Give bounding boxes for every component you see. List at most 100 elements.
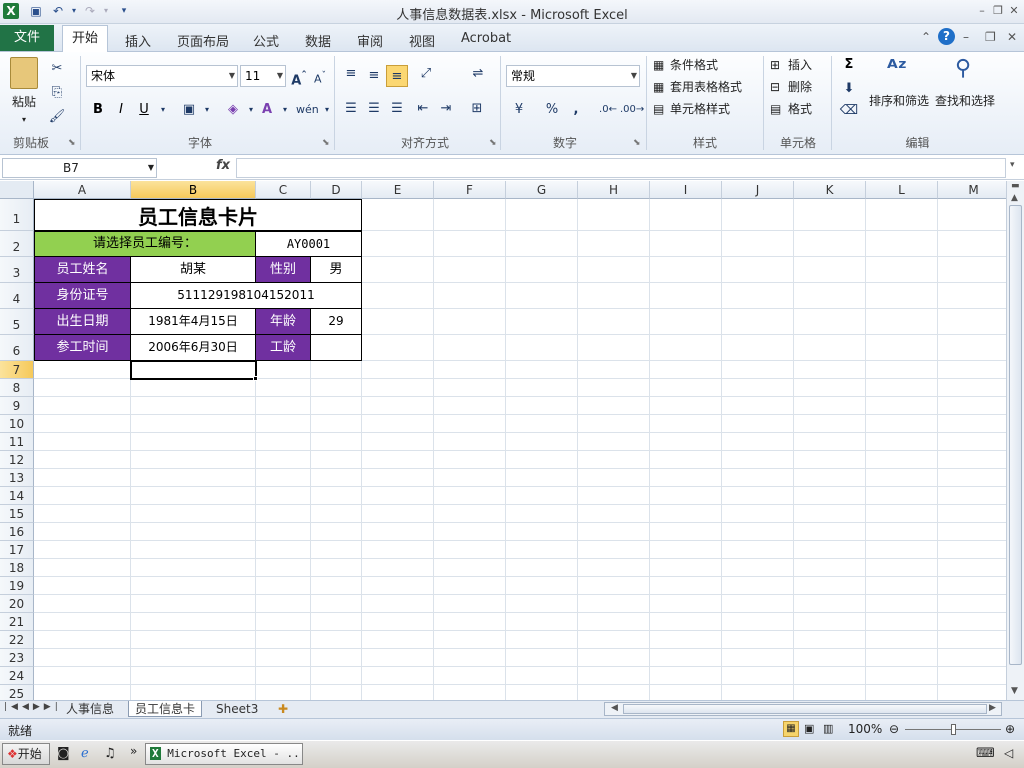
increase-decimal-icon[interactable]: .0←: [597, 99, 619, 121]
tab-insert[interactable]: 插入: [125, 31, 151, 50]
alignment-launcher-icon[interactable]: ⬊: [489, 138, 497, 148]
tab-view[interactable]: 视图: [409, 31, 435, 50]
table-format-button[interactable]: 套用表格格式: [670, 79, 742, 95]
expand-formula-bar-icon[interactable]: ▾: [1010, 160, 1015, 170]
row-header-23[interactable]: 23: [0, 649, 34, 667]
format-painter-icon[interactable]: 🖌: [46, 106, 68, 128]
row-header-13[interactable]: 13: [0, 469, 34, 487]
row-header-24[interactable]: 24: [0, 667, 34, 685]
scroll-thumb[interactable]: [1009, 205, 1022, 665]
paste-icon[interactable]: [10, 57, 38, 89]
row-header-9[interactable]: 9: [0, 397, 34, 415]
delete-cells-button[interactable]: 删除: [788, 79, 812, 95]
vertical-scrollbar[interactable]: ▬ ▲ ▼: [1006, 181, 1024, 700]
italic-button[interactable]: I: [110, 99, 132, 121]
insert-cells-icon[interactable]: ⊞: [770, 57, 780, 73]
align-middle-icon[interactable]: ≡: [363, 65, 385, 87]
row-header-25[interactable]: 25: [0, 685, 34, 700]
horizontal-scroll-thumb[interactable]: [623, 704, 987, 714]
grow-font-icon[interactable]: Aˆ: [288, 65, 310, 88]
column-header-b[interactable]: B: [131, 181, 256, 199]
restore-icon[interactable]: ❐: [991, 4, 1005, 18]
increase-indent-icon[interactable]: ⇥: [435, 98, 457, 120]
orientation-icon[interactable]: ⤢: [415, 63, 437, 85]
column-header-c[interactable]: C: [256, 181, 311, 199]
start-button[interactable]: ❖开始: [2, 743, 50, 765]
fill-handle[interactable]: [253, 376, 258, 381]
zoom-level[interactable]: 100%: [848, 722, 882, 736]
column-header-a[interactable]: A: [34, 181, 131, 199]
sheet-tab-sheet3[interactable]: Sheet3: [210, 701, 264, 717]
normal-view-icon[interactable]: ▦: [783, 721, 799, 737]
row-header-22[interactable]: 22: [0, 631, 34, 649]
help-icon[interactable]: ?: [938, 28, 955, 45]
paste-dropdown-icon[interactable]: ▾: [22, 112, 26, 128]
font-name-combo[interactable]: 宋体 ▼: [86, 65, 238, 87]
insert-cells-button[interactable]: 插入: [788, 57, 812, 73]
cut-icon[interactable]: ✂: [46, 58, 68, 80]
fill-icon[interactable]: ⬇: [838, 78, 860, 100]
select-all-corner[interactable]: [0, 181, 34, 199]
font-color-dropdown-icon[interactable]: ▾: [274, 99, 296, 121]
align-center-icon[interactable]: ☰: [363, 98, 385, 120]
tab-data[interactable]: 数据: [305, 31, 331, 50]
column-header-f[interactable]: F: [434, 181, 506, 199]
page-layout-view-icon[interactable]: ▣: [804, 722, 814, 735]
find-select-button[interactable]: 查找和选择: [935, 93, 995, 109]
align-bottom-icon[interactable]: ≡: [386, 65, 408, 87]
number-format-combo[interactable]: 常规 ▼: [506, 65, 640, 87]
sheet-tab-employee-card[interactable]: 员工信息卡: [128, 701, 203, 717]
find-select-icon[interactable]: ⚲: [948, 56, 978, 86]
desktop-icon[interactable]: ◙: [57, 746, 70, 761]
number-launcher-icon[interactable]: ⬊: [633, 138, 641, 148]
column-header-i[interactable]: I: [650, 181, 722, 199]
conditional-format-button[interactable]: 条件格式: [670, 57, 718, 73]
media-icon[interactable]: ♫: [104, 746, 116, 761]
row-header-10[interactable]: 10: [0, 415, 34, 433]
comma-button[interactable]: ,: [565, 99, 587, 121]
horizontal-scrollbar[interactable]: ◀ ▶: [604, 702, 1002, 716]
tab-acrobat[interactable]: Acrobat: [461, 31, 511, 46]
row-header-21[interactable]: 21: [0, 613, 34, 631]
workbook-close-icon[interactable]: ✕: [1007, 30, 1017, 44]
volume-icon[interactable]: ◁: [1004, 746, 1013, 760]
row-header-15[interactable]: 15: [0, 505, 34, 523]
collapse-ribbon-icon[interactable]: ⌃: [921, 30, 931, 44]
percent-button[interactable]: %: [541, 99, 563, 121]
row-header-4[interactable]: 4: [0, 283, 34, 309]
row-header-12[interactable]: 12: [0, 451, 34, 469]
employee-id-select[interactable]: AY0001: [255, 231, 362, 257]
close-icon[interactable]: ✕: [1007, 4, 1021, 18]
minimize-icon[interactable]: –: [975, 4, 989, 18]
row-header-5[interactable]: 5: [0, 309, 34, 335]
scroll-right-icon[interactable]: ▶: [989, 703, 996, 713]
column-header-k[interactable]: K: [794, 181, 866, 199]
tab-file[interactable]: 文件: [0, 25, 54, 51]
insert-function-button[interactable]: fx: [216, 158, 230, 173]
sort-filter-icon[interactable]: ᴬᶻ: [880, 56, 914, 86]
ie-icon[interactable]: ℯ: [81, 746, 89, 761]
align-right-icon[interactable]: ☰: [386, 98, 408, 120]
phonetic-icon[interactable]: wén: [296, 99, 319, 121]
row-header-1[interactable]: 1: [0, 199, 34, 231]
chevron-down-icon[interactable]: ▼: [148, 159, 154, 177]
row-header-14[interactable]: 14: [0, 487, 34, 505]
row-header-19[interactable]: 19: [0, 577, 34, 595]
align-left-icon[interactable]: ☰: [340, 98, 362, 120]
format-cells-button[interactable]: 格式: [788, 101, 812, 117]
zoom-in-icon[interactable]: ⊕: [1005, 722, 1015, 736]
decrease-indent-icon[interactable]: ⇤: [412, 98, 434, 120]
tab-formulas[interactable]: 公式: [253, 31, 279, 50]
row-header-8[interactable]: 8: [0, 379, 34, 397]
row-header-18[interactable]: 18: [0, 559, 34, 577]
row-header-7[interactable]: 7: [0, 361, 34, 379]
chevron-down-icon[interactable]: ▼: [229, 66, 235, 86]
border-dropdown-icon[interactable]: ▾: [196, 99, 218, 121]
zoom-out-icon[interactable]: ⊖: [889, 722, 899, 736]
insert-sheet-icon[interactable]: ✚: [272, 701, 294, 717]
cell-style-icon[interactable]: ▤: [653, 101, 664, 117]
delete-cells-icon[interactable]: ⊟: [770, 79, 780, 95]
row-header-17[interactable]: 17: [0, 541, 34, 559]
font-launcher-icon[interactable]: ⬊: [322, 138, 330, 148]
align-top-icon[interactable]: ≡: [340, 63, 362, 85]
